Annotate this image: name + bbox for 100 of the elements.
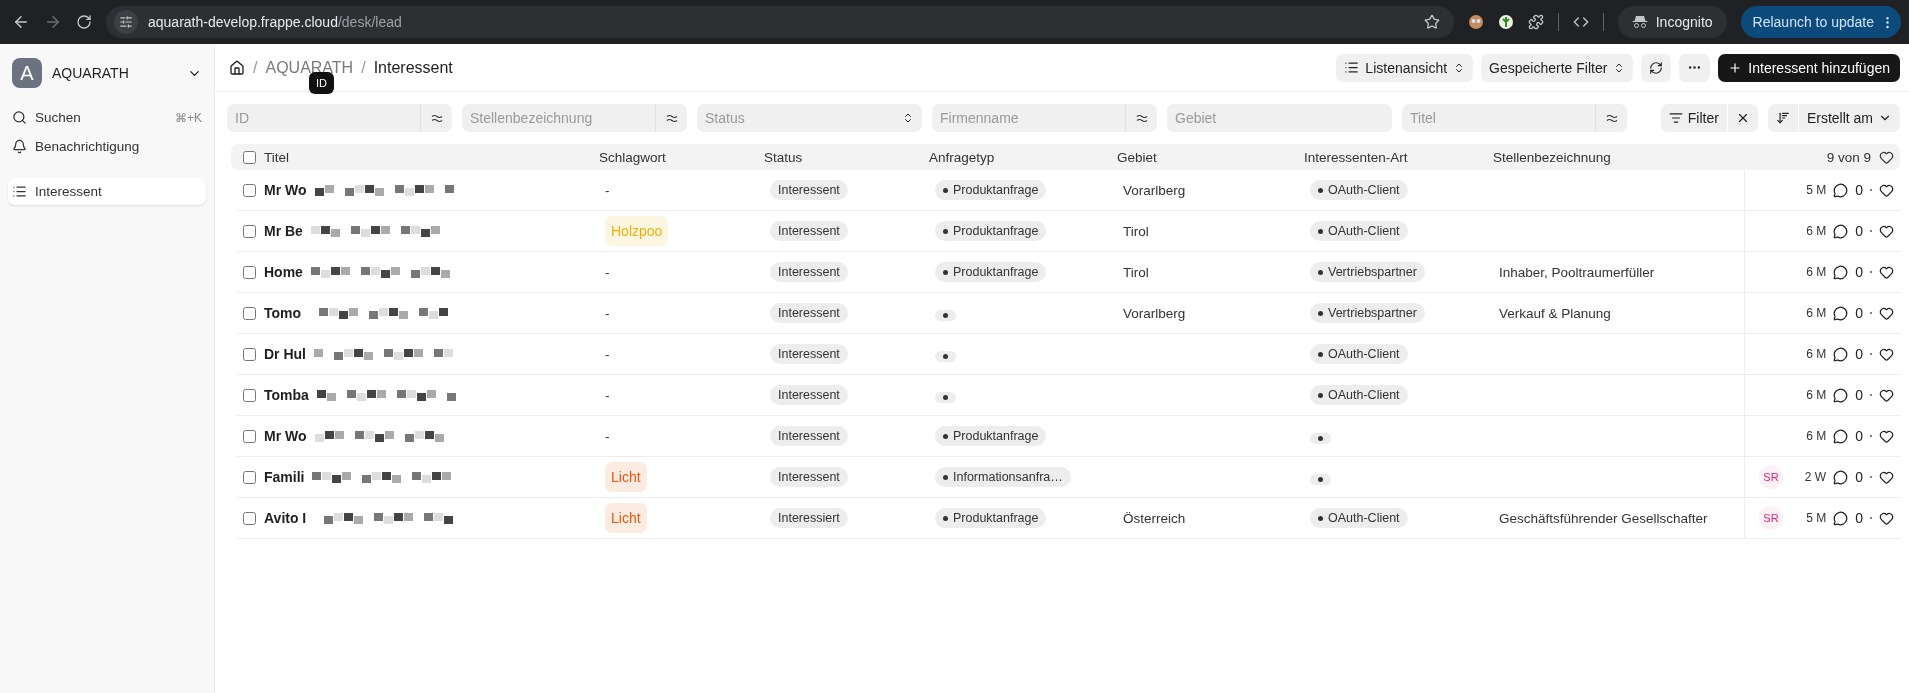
- lead-title[interactable]: Avito I: [264, 510, 307, 526]
- type-chip: OAuth-Client: [1310, 508, 1408, 528]
- approx-icon: [1605, 113, 1618, 123]
- comment-icon: [1833, 428, 1849, 444]
- row-checkbox[interactable]: [243, 429, 256, 443]
- comment-count: 0: [1855, 428, 1863, 444]
- type-chip: Vertriebspartner: [1310, 262, 1425, 282]
- url-text: aquarath-develop.frappe.cloud/desk/lead: [148, 14, 402, 30]
- approx-icon: [1135, 113, 1148, 123]
- row-checkbox[interactable]: [243, 511, 256, 525]
- created-age: 5 M: [1806, 183, 1827, 197]
- incognito-icon: [1631, 15, 1648, 29]
- heart-icon[interactable]: [1879, 305, 1894, 321]
- sort-icon: [1775, 111, 1790, 125]
- heart-icon[interactable]: [1879, 149, 1894, 165]
- comment-count: 0: [1855, 387, 1863, 403]
- status-chip: Interessent: [770, 344, 848, 364]
- lead-title[interactable]: Home: [264, 264, 303, 280]
- search-link[interactable]: Suchen: [35, 110, 167, 125]
- address-bar[interactable]: aquarath-develop.frappe.cloud/desk/lead: [106, 6, 1454, 38]
- back-icon[interactable]: [12, 13, 30, 31]
- heart-icon[interactable]: [1879, 264, 1894, 280]
- extension-icon[interactable]: [1497, 14, 1514, 30]
- tooltip: ID: [309, 72, 334, 94]
- status-chip: Interessent: [770, 385, 848, 405]
- inquiry-chip: Informationsanfra…: [935, 467, 1071, 487]
- heart-icon[interactable]: [1879, 428, 1894, 444]
- bookmark-star-icon[interactable]: [1423, 14, 1440, 30]
- heart-icon[interactable]: [1879, 510, 1894, 526]
- heart-icon[interactable]: [1879, 387, 1894, 403]
- lead-title[interactable]: Mr Be: [264, 223, 303, 239]
- bell-icon: [12, 139, 27, 154]
- tag: Licht: [605, 462, 647, 492]
- view-switch-button[interactable]: Listenansicht: [1336, 53, 1474, 82]
- lead-title[interactable]: Famili: [264, 469, 305, 485]
- column-header: Anfragetyp: [929, 149, 996, 165]
- inquiry-chip: [935, 309, 956, 321]
- breadcrumb-link[interactable]: Interessent: [373, 58, 453, 77]
- sidebar-item[interactable]: Interessent: [8, 178, 206, 205]
- lead-title[interactable]: Tomo: [264, 305, 302, 321]
- status-chip: Interessent: [770, 426, 848, 446]
- code-icon[interactable]: [1572, 14, 1589, 30]
- lead-title[interactable]: Dr Hul: [264, 346, 306, 362]
- plus-icon: [1728, 60, 1743, 75]
- inquiry-chip: [935, 350, 956, 362]
- row-checkbox[interactable]: [243, 306, 256, 320]
- row-checkbox[interactable]: [243, 265, 256, 279]
- status-chip: Interessent: [770, 262, 848, 282]
- approx-icon: [430, 113, 443, 123]
- type-chip: [1310, 432, 1331, 444]
- notifications-link[interactable]: Benachrichtigung: [35, 139, 202, 154]
- workspace-name[interactable]: AQUARATH: [52, 65, 177, 81]
- extension-icon[interactable]: [1467, 14, 1484, 30]
- heart-icon[interactable]: [1879, 346, 1894, 362]
- comment-count: 0: [1855, 264, 1863, 280]
- forward-icon[interactable]: [44, 13, 62, 31]
- heart-icon[interactable]: [1879, 469, 1894, 485]
- approx-icon: [665, 113, 678, 123]
- row-checkbox[interactable]: [243, 183, 256, 197]
- inquiry-chip: Produktanfrage: [935, 221, 1047, 241]
- row-checkbox[interactable]: [243, 388, 256, 402]
- comment-count: 0: [1855, 223, 1863, 239]
- inquiry-chip: Produktanfrage: [935, 262, 1047, 282]
- add-lead-button[interactable]: Interessent hinzufügen: [1718, 53, 1900, 82]
- created-age: 6 M: [1806, 265, 1827, 279]
- lead-title[interactable]: Mr Wo: [264, 182, 307, 198]
- extensions-icon[interactable]: [1527, 14, 1544, 30]
- heart-icon[interactable]: [1879, 182, 1894, 198]
- refresh-button[interactable]: [1641, 53, 1672, 82]
- comment-icon: [1833, 305, 1849, 321]
- search-icon: [12, 110, 27, 125]
- column-header: Titel: [264, 149, 289, 165]
- heart-icon[interactable]: [1879, 223, 1894, 239]
- row-checkbox[interactable]: [243, 470, 256, 484]
- tag: Licht: [605, 503, 647, 533]
- incognito-badge[interactable]: Incognito: [1617, 6, 1727, 38]
- select-all-checkbox[interactable]: [243, 150, 256, 164]
- row-checkbox[interactable]: [243, 347, 256, 361]
- relaunch-button[interactable]: Relaunch to update: [1740, 6, 1901, 38]
- saved-filters-button[interactable]: Gespeicherte Filter: [1481, 53, 1634, 82]
- reload-icon[interactable]: [76, 14, 92, 30]
- column-header: Gebiet: [1117, 149, 1158, 165]
- site-settings-icon[interactable]: [114, 10, 138, 34]
- column-header: Stellenbezeichnung: [1493, 149, 1612, 165]
- inquiry-chip: Produktanfrage: [935, 180, 1047, 200]
- table-cell-text: Vorarlberg: [1123, 182, 1187, 198]
- comment-icon: [1833, 387, 1849, 403]
- created-age: 6 M: [1806, 429, 1827, 443]
- table-cell-text: -: [605, 264, 611, 280]
- lead-title[interactable]: Mr Wo: [264, 428, 307, 444]
- filter-field[interactable]: Gebiet: [1167, 104, 1392, 132]
- row-checkbox[interactable]: [243, 224, 256, 238]
- type-chip: OAuth-Client: [1310, 180, 1408, 200]
- created-age: 6 M: [1806, 306, 1827, 320]
- home-icon[interactable]: [229, 59, 245, 76]
- column-header: Status: [764, 149, 804, 165]
- breadcrumb-separator: /: [253, 58, 258, 77]
- created-age: 6 M: [1806, 388, 1827, 402]
- created-age: 6 M: [1806, 347, 1827, 361]
- lead-title[interactable]: Tomba: [264, 387, 309, 403]
